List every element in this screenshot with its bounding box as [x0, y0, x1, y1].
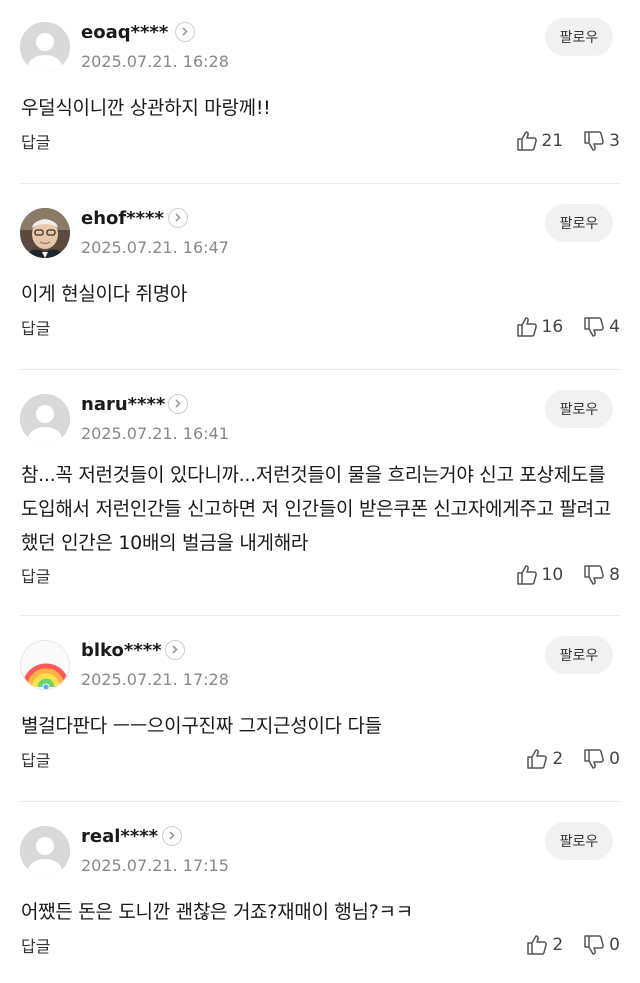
- dislike-button[interactable]: 3: [583, 130, 620, 152]
- dislike-button[interactable]: 0: [583, 748, 620, 770]
- divider: [20, 183, 620, 184]
- dislike-button[interactable]: 8: [583, 564, 620, 586]
- dislike-count: 3: [609, 131, 620, 151]
- like-button[interactable]: 10: [516, 564, 564, 586]
- follow-button[interactable]: 팔로우: [545, 636, 613, 674]
- default-avatar-icon[interactable]: [20, 826, 70, 876]
- divider: [20, 615, 620, 616]
- thumbs-up-icon: [516, 564, 538, 586]
- reply-button[interactable]: 답글: [21, 937, 50, 957]
- comment-date: 2025.07.21. 17:15: [81, 856, 229, 875]
- comment-text: 어쨌든 돈은 도니깐 괜찮은 거죠?재매이 행님?ㅋㅋ: [21, 901, 413, 923]
- thumbs-down-icon: [583, 316, 605, 338]
- default-avatar-icon[interactable]: [20, 394, 70, 444]
- chevron-right-icon[interactable]: [175, 22, 195, 42]
- chevron-right-icon[interactable]: [168, 208, 188, 228]
- thumbs-up-icon: [526, 934, 548, 956]
- comment-text: 별걸다판다 ㅡㅡ으이구진짜 그지근성이다 다들: [21, 715, 382, 737]
- like-button[interactable]: 2: [526, 748, 563, 770]
- thumbs-down-icon: [583, 748, 605, 770]
- thumbs-down-icon: [583, 934, 605, 956]
- dislike-count: 4: [609, 317, 620, 337]
- reply-button[interactable]: 답글: [21, 751, 50, 771]
- like-count: 2: [552, 935, 564, 955]
- divider: [20, 369, 620, 370]
- divider: [20, 801, 620, 802]
- reply-button[interactable]: 답글: [21, 319, 50, 339]
- vote-bar: 21 3: [516, 130, 620, 152]
- chevron-right-icon[interactable]: [168, 394, 188, 414]
- like-button[interactable]: 2: [526, 934, 563, 956]
- chevron-right-icon[interactable]: [162, 826, 182, 846]
- reply-button[interactable]: 답글: [21, 567, 50, 587]
- like-button[interactable]: 16: [516, 316, 564, 338]
- like-count: 21: [541, 131, 564, 151]
- thumbs-up-icon: [516, 130, 538, 152]
- like-count: 2: [552, 749, 564, 769]
- rainbow-avatar-icon[interactable]: [20, 640, 70, 690]
- comment-item: real**** 2025.07.21. 17:15 팔로우 어쨌든 돈은 도니…: [0, 804, 640, 983]
- dislike-count: 8: [609, 565, 620, 585]
- comment-item: eoaq**** 2025.07.21. 16:28 팔로우 우덜식이니깐 상관…: [0, 0, 640, 183]
- comment-text: 이게 현실이다 쥐명아: [21, 283, 188, 305]
- dislike-count: 0: [609, 935, 620, 955]
- comment-item: naru**** 2025.07.21. 16:41 팔로우 참...꼭 저런것…: [0, 372, 640, 615]
- username[interactable]: ehof****: [81, 208, 164, 230]
- comment-text: 우덜식이니깐 상관하지 마랑께!!: [21, 97, 271, 119]
- username[interactable]: real****: [81, 826, 158, 848]
- like-count: 16: [541, 317, 564, 337]
- dislike-button[interactable]: 4: [583, 316, 620, 338]
- comment-date: 2025.07.21. 16:28: [81, 52, 229, 71]
- thumbs-down-icon: [583, 564, 605, 586]
- follow-button[interactable]: 팔로우: [545, 204, 613, 242]
- vote-bar: 16 4: [516, 316, 620, 338]
- comment-date: 2025.07.21. 16:47: [81, 238, 229, 257]
- comment-text: 참...꼭 저런것들이 있다니까...저런것들이 물을 흐리는거야 신고 포상제…: [21, 464, 611, 554]
- vote-bar: 2 0: [526, 934, 620, 956]
- follow-button[interactable]: 팔로우: [545, 390, 613, 428]
- username[interactable]: naru****: [81, 394, 165, 416]
- thumbs-down-icon: [583, 130, 605, 152]
- chevron-right-icon[interactable]: [165, 640, 185, 660]
- comment-date: 2025.07.21. 16:41: [81, 424, 229, 443]
- like-button[interactable]: 21: [516, 130, 564, 152]
- dislike-count: 0: [609, 749, 620, 769]
- follow-button[interactable]: 팔로우: [545, 822, 613, 860]
- comment-date: 2025.07.21. 17:28: [81, 670, 229, 689]
- photo-avatar-icon[interactable]: [20, 208, 70, 258]
- comment-item: ehof**** 2025.07.21. 16:47 팔로우 이게 현실이다 쥐…: [0, 186, 640, 369]
- reply-button[interactable]: 답글: [21, 133, 50, 153]
- default-avatar-icon[interactable]: [20, 22, 70, 72]
- thumbs-up-icon: [516, 316, 538, 338]
- vote-bar: 10 8: [516, 564, 620, 586]
- username[interactable]: blko****: [81, 640, 162, 662]
- thumbs-up-icon: [526, 748, 548, 770]
- comment-item: blko**** 2025.07.21. 17:28 팔로우 별걸다판다 ㅡㅡ으…: [0, 618, 640, 801]
- username[interactable]: eoaq****: [81, 22, 168, 44]
- dislike-button[interactable]: 0: [583, 934, 620, 956]
- vote-bar: 2 0: [526, 748, 620, 770]
- follow-button[interactable]: 팔로우: [545, 18, 613, 56]
- like-count: 10: [541, 565, 564, 585]
